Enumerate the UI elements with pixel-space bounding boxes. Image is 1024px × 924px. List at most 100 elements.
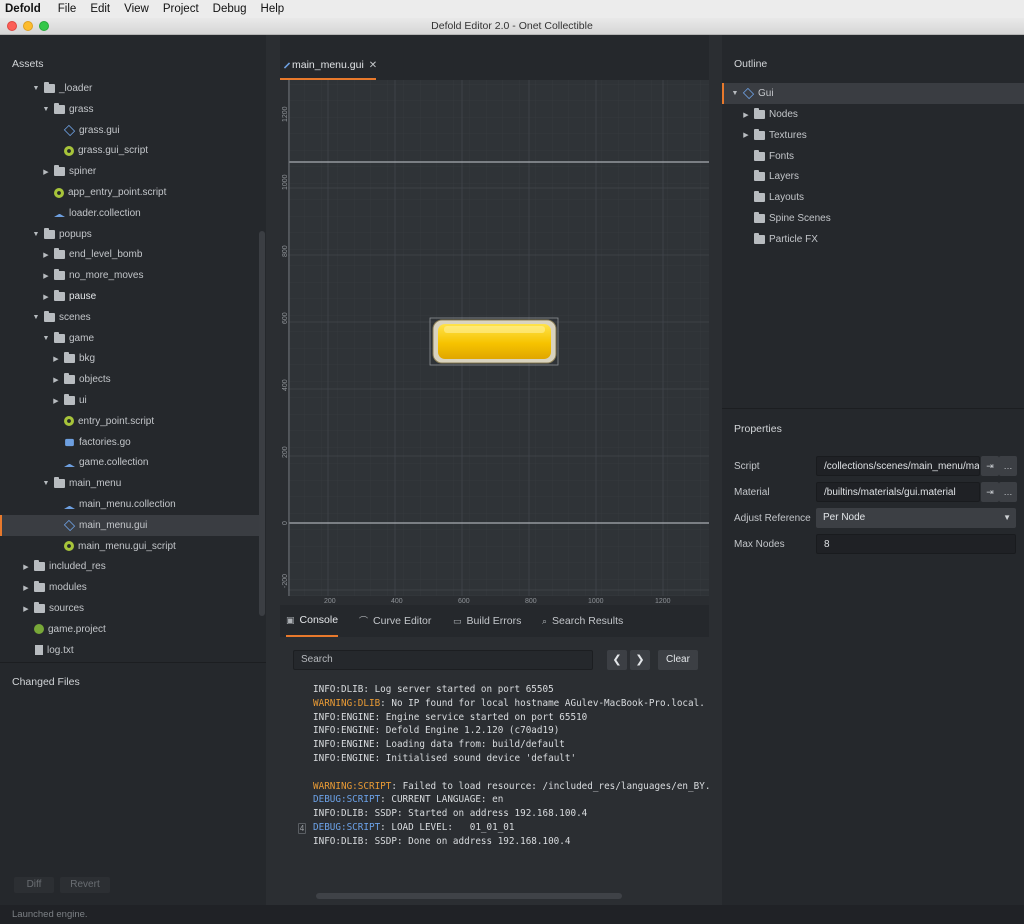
prop-script-field[interactable]: /collections/scenes/main_menu/main_menu.… [816, 456, 980, 476]
asset-tree-item[interactable]: ▼ popups [0, 224, 260, 245]
chevron-right-icon[interactable]: ▶ [741, 111, 751, 119]
outline-item[interactable]: Particle FX [722, 229, 1024, 250]
chevron-right-icon[interactable]: ▶ [21, 584, 31, 592]
asset-tree-item[interactable]: app_entry_point.script [0, 182, 260, 203]
console-clear-button[interactable]: Clear [658, 650, 698, 670]
console-line: INFO:ENGINE: Loading data from: build/de… [313, 738, 709, 752]
asset-tree-item[interactable]: ▶ bkg [0, 348, 260, 369]
asset-tree-item[interactable]: ▶ spiner [0, 161, 260, 182]
menu-view[interactable]: View [117, 3, 156, 15]
menu-debug[interactable]: Debug [206, 3, 254, 15]
chevron-right-icon[interactable]: ▶ [741, 131, 751, 139]
chevron-right-icon[interactable]: ▶ [41, 168, 51, 176]
console-search-input[interactable]: Search [293, 650, 593, 670]
asset-tree-item[interactable]: ▶ objects [0, 369, 260, 390]
right-splitter[interactable] [709, 35, 722, 905]
asset-tree-item[interactable]: main_menu.gui_script [0, 536, 260, 557]
menu-file[interactable]: File [51, 3, 84, 15]
asset-tree-item[interactable]: ▶ modules [0, 577, 260, 598]
asset-tree-item[interactable]: ▼ scenes [0, 307, 260, 328]
asset-tree-item[interactable]: ▼ main_menu [0, 473, 260, 494]
close-tab-icon[interactable]: ✕ [369, 60, 377, 71]
chevron-down-icon[interactable]: ▼ [41, 480, 51, 487]
scene-view[interactable]: 200 400 600 800 1000 1200 1200 1000 800 … [280, 80, 709, 605]
asset-tree-item[interactable]: log.txt [0, 640, 260, 661]
asset-tree-item[interactable]: factories.go [0, 432, 260, 453]
chevron-right-icon[interactable]: ▶ [21, 605, 31, 613]
chevron-down-icon[interactable]: ▼ [41, 106, 51, 113]
tab-build-errors[interactable]: ▭ Build Errors [453, 605, 521, 637]
script-browse-button[interactable]: … [999, 456, 1017, 476]
asset-tree-item[interactable]: ▼ _loader [0, 78, 260, 99]
tab-search-results[interactable]: ⌕ Search Results [542, 605, 623, 637]
search-prev-button[interactable]: ❮ [607, 650, 627, 670]
outline-item[interactable]: Spine Scenes [722, 208, 1024, 229]
asset-tree-item[interactable]: ▶ included_res [0, 556, 260, 577]
asset-tree-item[interactable]: ▼ grass [0, 99, 260, 120]
asset-tree-label: factories.go [79, 436, 131, 448]
revert-button[interactable]: Revert [60, 877, 110, 893]
zoom-window-button[interactable] [39, 21, 49, 31]
asset-tree-item[interactable]: entry_point.script [0, 411, 260, 432]
tab-console[interactable]: ▣ Console [286, 605, 339, 637]
outline-item[interactable]: Layouts [722, 187, 1024, 208]
app-menu[interactable]: Defold [0, 3, 51, 15]
assets-scrollbar[interactable] [259, 231, 265, 616]
ruler-x-label: 400 [391, 598, 403, 605]
outline-root-gui[interactable]: ▼ Gui [722, 83, 1024, 104]
console-log[interactable]: INFO:DLIB: Log server started on port 65… [313, 683, 709, 883]
asset-tree-item[interactable]: loader.collection [0, 203, 260, 224]
chevron-right-icon[interactable]: ▶ [51, 355, 61, 363]
max-nodes-field[interactable]: 8 [816, 534, 1016, 554]
asset-tree-item[interactable]: ▼ game [0, 328, 260, 349]
diff-button[interactable]: Diff [14, 877, 54, 893]
search-icon: ⌕ [542, 616, 548, 626]
material-goto-button[interactable]: ⇥ [981, 482, 999, 502]
search-next-button[interactable]: ❯ [630, 650, 650, 670]
tab-curve-editor[interactable]: ⌒ Curve Editor [359, 605, 431, 637]
asset-tree-item[interactable]: game.project [0, 619, 260, 640]
console-horizontal-scrollbar[interactable] [316, 893, 622, 899]
script-gear-icon [64, 145, 74, 156]
adjust-reference-select[interactable]: Per Node ▼ [816, 508, 1016, 528]
build-errors-icon: ▭ [453, 616, 462, 626]
close-window-button[interactable] [7, 21, 17, 31]
chevron-right-icon[interactable]: ▶ [41, 272, 51, 280]
scene-canvas[interactable]: 200 400 600 800 1000 1200 1200 1000 800 … [280, 80, 709, 605]
outline-item[interactable]: Fonts [722, 146, 1024, 167]
chevron-down-icon[interactable]: ▼ [31, 231, 41, 238]
prop-material-field[interactable]: /builtins/materials/gui.material [816, 482, 980, 502]
minimize-window-button[interactable] [23, 21, 33, 31]
outline-item[interactable]: ▶ Textures [722, 125, 1024, 146]
chevron-down-icon[interactable]: ▼ [31, 85, 41, 92]
menu-help[interactable]: Help [254, 3, 292, 15]
left-splitter[interactable] [266, 35, 280, 905]
outline-item[interactable]: Layers [722, 166, 1024, 187]
asset-tree-item[interactable]: main_menu.gui [0, 514, 260, 536]
outline-item-label: Layers [769, 171, 800, 183]
asset-tree-item[interactable]: ▶ ui [0, 390, 260, 411]
asset-tree-item[interactable]: ▶ sources [0, 598, 260, 619]
chevron-right-icon[interactable]: ▶ [21, 563, 31, 571]
menu-project[interactable]: Project [156, 3, 206, 15]
menu-edit[interactable]: Edit [83, 3, 117, 15]
chevron-right-icon[interactable]: ▶ [41, 251, 51, 259]
chevron-right-icon[interactable]: ▶ [51, 376, 61, 384]
asset-tree-item[interactable]: game.collection [0, 452, 260, 473]
curve-icon: ⌒ [359, 616, 369, 626]
asset-tree-item[interactable]: grass.gui_script [0, 140, 260, 161]
outline-item[interactable]: ▶ Nodes [722, 104, 1024, 125]
script-goto-button[interactable]: ⇥ [981, 456, 999, 476]
material-browse-button[interactable]: … [999, 482, 1017, 502]
chevron-down-icon[interactable]: ▼ [41, 335, 51, 342]
chevron-right-icon[interactable]: ▶ [41, 293, 51, 301]
asset-tree-item[interactable]: ▶ no_more_moves [0, 265, 260, 286]
chevron-right-icon[interactable]: ▶ [51, 397, 61, 405]
tab-main-menu-gui[interactable]: main_menu.gui ✕ [280, 52, 377, 80]
asset-tree-item[interactable]: ▶ pause [0, 286, 260, 307]
chevron-down-icon[interactable]: ▼ [31, 314, 41, 321]
gui-icon [63, 124, 76, 136]
asset-tree-item[interactable]: grass.gui [0, 120, 260, 141]
asset-tree-item[interactable]: ▶ end_level_bomb [0, 244, 260, 265]
asset-tree-item[interactable]: main_menu.collection [0, 494, 260, 515]
